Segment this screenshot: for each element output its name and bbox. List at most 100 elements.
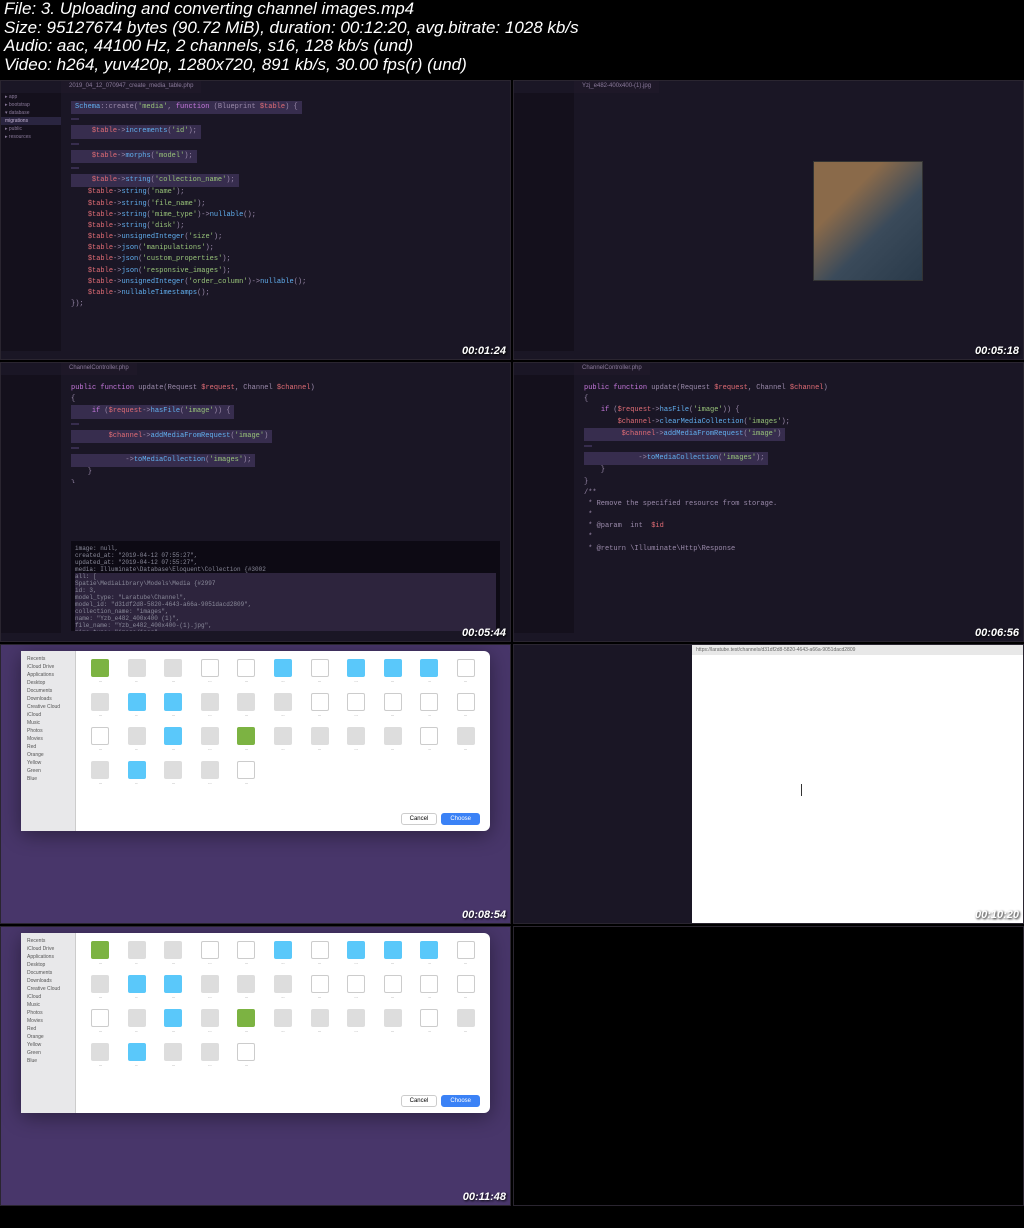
finder-file[interactable]: ... [230, 975, 263, 1005]
finder-sidebar-item[interactable]: Red [25, 743, 71, 751]
finder-file[interactable]: ... [157, 1009, 190, 1039]
finder-sidebar-item[interactable]: Yellow [25, 1041, 71, 1049]
finder-file[interactable]: ... [413, 941, 446, 971]
finder-sidebar-item[interactable]: Blue [25, 1057, 71, 1065]
finder-file[interactable]: ... [157, 693, 190, 723]
finder-sidebar-item[interactable]: Applications [25, 671, 71, 679]
finder-sidebar-item[interactable]: Yellow [25, 759, 71, 767]
finder-file[interactable]: ... [194, 1009, 227, 1039]
finder-file[interactable]: ... [267, 975, 300, 1005]
finder-sidebar-item[interactable]: Music [25, 1001, 71, 1009]
finder-file[interactable]: ... [267, 693, 300, 723]
finder-sidebar-item[interactable]: Desktop [25, 679, 71, 687]
cancel-button[interactable]: Cancel [401, 813, 438, 825]
finder-file[interactable]: ... [413, 659, 446, 689]
finder-file[interactable]: ... [449, 941, 482, 971]
finder-file[interactable]: ... [376, 659, 409, 689]
finder-file[interactable]: ... [340, 659, 373, 689]
finder-file[interactable]: ... [413, 727, 446, 757]
finder-file[interactable]: ... [267, 941, 300, 971]
finder-file[interactable]: ... [230, 1043, 263, 1073]
finder-sidebar-item[interactable]: iCloud Drive [25, 945, 71, 953]
finder-file[interactable]: ... [340, 1009, 373, 1039]
finder-sidebar-item[interactable]: iCloud Drive [25, 663, 71, 671]
finder-file[interactable]: ... [376, 1009, 409, 1039]
finder-file[interactable]: ... [303, 1009, 336, 1039]
finder-file[interactable]: ... [340, 727, 373, 757]
finder-file[interactable]: ... [449, 975, 482, 1005]
finder-file[interactable]: ... [121, 693, 154, 723]
finder-sidebar-item[interactable]: Blue [25, 775, 71, 783]
finder-file[interactable]: ... [230, 761, 263, 791]
finder-file[interactable]: ... [449, 693, 482, 723]
finder-file[interactable]: ... [340, 693, 373, 723]
finder-sidebar-item[interactable]: Creative Cloud [25, 703, 71, 711]
finder-file[interactable]: ... [84, 1009, 117, 1039]
finder-file[interactable]: ... [413, 975, 446, 1005]
finder-file[interactable]: ... [194, 975, 227, 1005]
finder-file[interactable]: ... [413, 693, 446, 723]
finder-sidebar-item[interactable]: Applications [25, 953, 71, 961]
finder-sidebar-item[interactable]: Downloads [25, 977, 71, 985]
finder-file[interactable]: ... [194, 761, 227, 791]
finder-file[interactable]: ... [376, 975, 409, 1005]
finder-file[interactable]: ... [449, 1009, 482, 1039]
finder-file[interactable]: ... [303, 975, 336, 1005]
finder-file[interactable]: ... [84, 761, 117, 791]
cancel-button[interactable]: Cancel [401, 1095, 438, 1107]
finder-file[interactable]: ... [194, 659, 227, 689]
finder-file[interactable]: ... [230, 693, 263, 723]
finder-sidebar-item[interactable]: Red [25, 1025, 71, 1033]
finder-file[interactable]: ... [121, 975, 154, 1005]
finder-sidebar-item[interactable]: Orange [25, 751, 71, 759]
browser-address-bar[interactable]: https://laratube.test/channels/d31df2d8-… [692, 645, 1023, 655]
finder-sidebar-item[interactable]: Green [25, 1049, 71, 1057]
finder-file[interactable]: ... [84, 659, 117, 689]
finder-file[interactable]: ... [230, 659, 263, 689]
choose-button[interactable]: Choose [441, 1095, 480, 1107]
finder-sidebar-item[interactable]: iCloud [25, 993, 71, 1001]
finder-file[interactable]: ... [194, 693, 227, 723]
finder-file[interactable]: ... [121, 659, 154, 689]
finder-file[interactable]: ... [449, 727, 482, 757]
finder-file[interactable]: ... [230, 727, 263, 757]
finder-sidebar-item[interactable]: Music [25, 719, 71, 727]
finder-file[interactable]: ... [157, 941, 190, 971]
finder-file[interactable]: ... [121, 1009, 154, 1039]
editor-tab[interactable]: 2019_04_12_070947_create_media_table.php [61, 81, 201, 93]
finder-file[interactable]: ... [303, 659, 336, 689]
finder-file[interactable]: ... [376, 693, 409, 723]
finder-file[interactable]: ... [157, 761, 190, 791]
finder-file[interactable]: ... [303, 941, 336, 971]
finder-file[interactable]: ... [413, 1009, 446, 1039]
finder-file[interactable]: ... [84, 727, 117, 757]
finder-file[interactable]: ... [449, 659, 482, 689]
finder-sidebar-item[interactable]: Movies [25, 1017, 71, 1025]
finder-file[interactable]: ... [267, 727, 300, 757]
finder-file[interactable]: ... [121, 727, 154, 757]
editor-tab[interactable]: ChannelController.php [61, 363, 137, 375]
editor-tab[interactable]: ChannelController.php [574, 363, 650, 375]
finder-file[interactable]: ... [157, 659, 190, 689]
finder-file[interactable]: ... [157, 727, 190, 757]
finder-sidebar-item[interactable]: Recents [25, 655, 71, 663]
finder-sidebar-item[interactable]: Documents [25, 687, 71, 695]
finder-file[interactable]: ... [121, 1043, 154, 1073]
finder-file[interactable]: ... [84, 975, 117, 1005]
finder-file[interactable]: ... [376, 941, 409, 971]
finder-file[interactable]: ... [303, 727, 336, 757]
finder-sidebar-item[interactable]: Movies [25, 735, 71, 743]
finder-sidebar-item[interactable]: iCloud [25, 711, 71, 719]
finder-sidebar-item[interactable]: Orange [25, 1033, 71, 1041]
finder-sidebar-item[interactable]: Photos [25, 1009, 71, 1017]
finder-sidebar-item[interactable]: Green [25, 767, 71, 775]
finder-sidebar-item[interactable]: Downloads [25, 695, 71, 703]
finder-file[interactable]: ... [121, 941, 154, 971]
finder-file[interactable]: ... [84, 693, 117, 723]
finder-file[interactable]: ... [84, 941, 117, 971]
finder-file[interactable]: ... [230, 941, 263, 971]
finder-file[interactable]: ... [303, 693, 336, 723]
finder-file[interactable]: ... [121, 761, 154, 791]
finder-file[interactable]: ... [84, 1043, 117, 1073]
finder-file[interactable]: ... [376, 727, 409, 757]
